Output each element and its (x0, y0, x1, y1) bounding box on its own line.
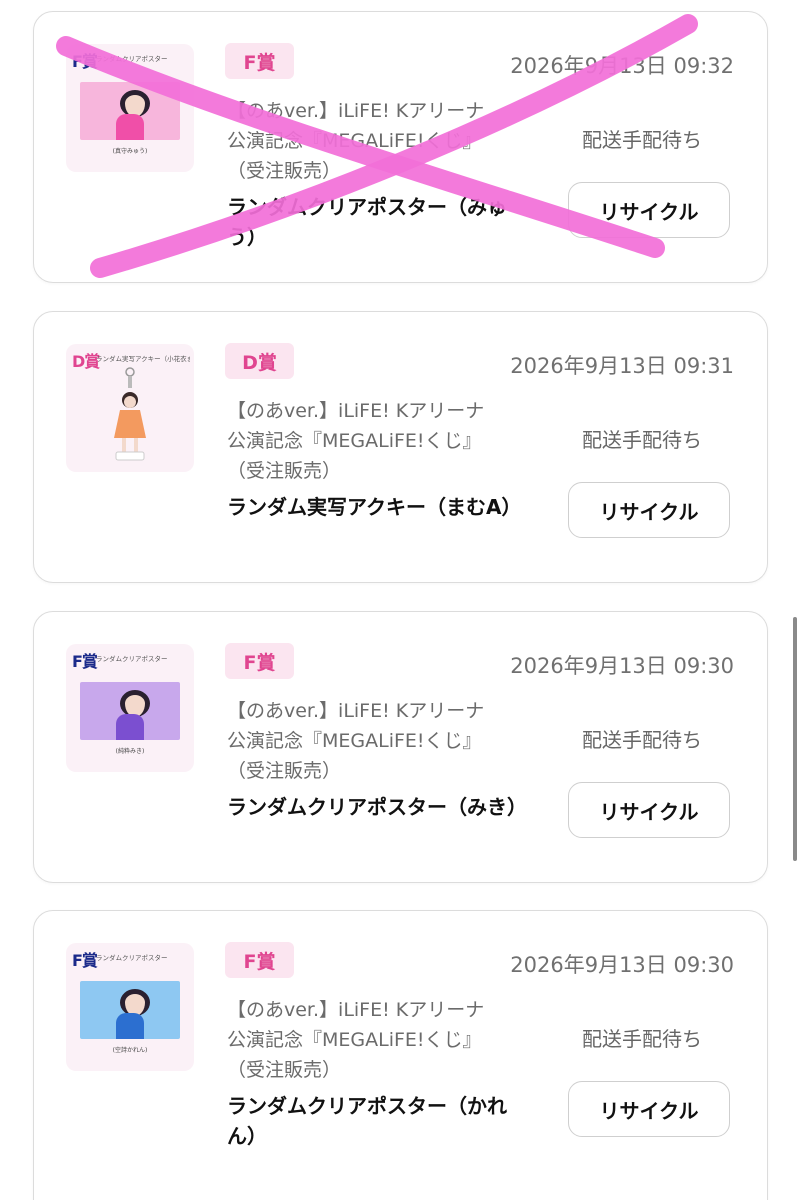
prize-badge: F賞 (225, 643, 294, 679)
thumb-prize-label: F賞 (72, 652, 98, 671)
thumb-prize-label: F賞 (72, 951, 98, 970)
scrollbar[interactable] (793, 617, 797, 861)
thumb-title: ランダム実写アクキー（小花衣まむA） (96, 355, 190, 363)
lottery-line: 【のあver.】iLiFE! Kアリーナ (227, 700, 485, 722)
lottery-name: 【のあver.】iLiFE! Kアリーナ 公演記念『MEGALiFE!くじ』 （… (227, 96, 557, 186)
recycle-button[interactable]: リサイクル (568, 482, 730, 538)
order-date: 2026年9月13日 09:31 (510, 354, 734, 378)
order-date: 2026年9月13日 09:32 (510, 54, 734, 78)
shipping-status: 配送手配待ち (582, 128, 702, 152)
poster-body (116, 1013, 144, 1039)
thumb-title: ランダムクリアポスター (96, 655, 168, 663)
lottery-line: 公演記念『MEGALiFE!くじ』 (227, 730, 482, 752)
order-card: F賞 ランダムクリアポスター (空詩かれん) F賞 2026年9月13日 09:… (33, 910, 768, 1200)
poster-art-image (80, 82, 180, 140)
thumb-prize-label: F賞 (72, 52, 98, 71)
thumb-title: ランダムクリアポスター (96, 55, 168, 63)
product-thumbnail[interactable]: F賞 ランダムクリアポスター (真守みゅう) (66, 44, 194, 172)
item-name: ランダムクリアポスター（みき） (227, 795, 527, 819)
poster-body (116, 714, 144, 740)
lottery-line: （受注販売） (227, 1059, 342, 1081)
recycle-button[interactable]: リサイクル (568, 1081, 730, 1137)
shipping-status: 配送手配待ち (582, 728, 702, 752)
keychain-dress (114, 410, 146, 438)
thumb-caption: (空詩かれん) (112, 1047, 148, 1054)
lottery-line: 公演記念『MEGALiFE!くじ』 (227, 1029, 482, 1051)
order-history-page: F賞 ランダムクリアポスター (真守みゅう) F賞 2026年9月13日 09:… (0, 0, 802, 1200)
poster-face (120, 989, 150, 1016)
product-thumbnail[interactable]: F賞 ランダムクリアポスター (空詩かれん) (66, 943, 194, 1071)
lottery-line: 公演記念『MEGALiFE!くじ』 (227, 430, 482, 452)
lottery-line: 【のあver.】iLiFE! Kアリーナ (227, 100, 485, 122)
poster-art-image (80, 682, 180, 740)
lottery-line: （受注販売） (227, 460, 342, 482)
prize-badge: F賞 (225, 43, 294, 79)
lottery-name: 【のあver.】iLiFE! Kアリーナ 公演記念『MEGALiFE!くじ』 （… (227, 995, 557, 1085)
lottery-line: （受注販売） (227, 760, 342, 782)
shipping-status: 配送手配待ち (582, 1027, 702, 1051)
prize-badge: F賞 (225, 942, 294, 978)
order-date: 2026年9月13日 09:30 (510, 953, 734, 977)
order-card: F賞 ランダムクリアポスター (純粋みき) F賞 2026年9月13日 09:3… (33, 611, 768, 883)
item-name: ランダムクリアポスター（みゅう） (227, 195, 507, 249)
thumb-title: ランダムクリアポスター (96, 954, 168, 962)
product-thumbnail[interactable]: D賞 ランダム実写アクキー（小花衣まむA） (66, 344, 194, 472)
thumb-caption: (純粋みき) (115, 748, 145, 755)
lottery-line: 【のあver.】iLiFE! Kアリーナ (227, 999, 485, 1021)
lottery-line: 公演記念『MEGALiFE!くじ』 (227, 130, 482, 152)
item-name: ランダムクリアポスター（かれん） (227, 1094, 507, 1148)
item-name: ランダム実写アクキー（まむA） (227, 495, 522, 519)
thumb-caption: (真守みゅう) (112, 148, 148, 155)
lottery-name: 【のあver.】iLiFE! Kアリーナ 公演記念『MEGALiFE!くじ』 （… (227, 396, 557, 486)
lottery-line: （受注販売） (227, 160, 342, 182)
poster-face (120, 90, 150, 117)
lottery-name: 【のあver.】iLiFE! Kアリーナ 公演記念『MEGALiFE!くじ』 （… (227, 696, 557, 786)
shipping-status: 配送手配待ち (582, 428, 702, 452)
poster-face (120, 690, 150, 717)
order-card: F賞 ランダムクリアポスター (真守みゅう) F賞 2026年9月13日 09:… (33, 11, 768, 283)
poster-body (116, 114, 144, 140)
prize-badge: D賞 (225, 343, 294, 379)
lottery-line: 【のあver.】iLiFE! Kアリーナ (227, 400, 485, 422)
recycle-button[interactable]: リサイクル (568, 782, 730, 838)
order-date: 2026年9月13日 09:30 (510, 654, 734, 678)
poster-art-image (80, 981, 180, 1039)
recycle-button[interactable]: リサイクル (568, 182, 730, 238)
acrylic-keychain-image (114, 367, 146, 461)
product-thumbnail[interactable]: F賞 ランダムクリアポスター (純粋みき) (66, 644, 194, 772)
order-card: D賞 ランダム実写アクキー（小花衣まむA） D賞 2026年9月13日 09:3… (33, 311, 768, 583)
